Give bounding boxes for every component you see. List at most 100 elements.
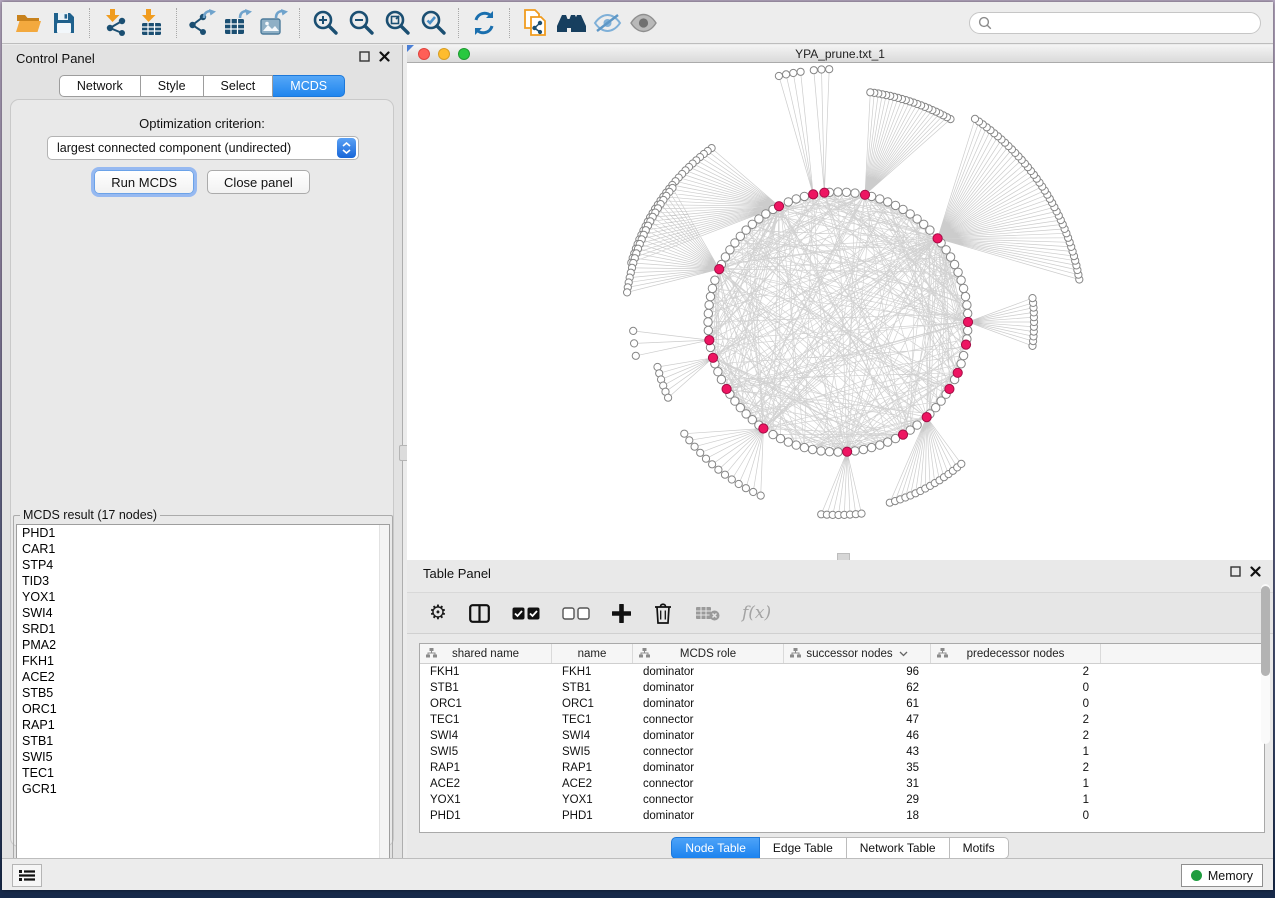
mcds-hub-node[interactable] — [843, 447, 852, 456]
mcds-hub-node[interactable] — [705, 336, 714, 345]
list-scrollbar[interactable] — [379, 525, 389, 875]
mcds-hub-node[interactable] — [809, 190, 818, 199]
close-panel-button[interactable]: Close panel — [207, 170, 310, 194]
network-node[interactable] — [792, 195, 800, 203]
network-node[interactable] — [797, 68, 804, 75]
network-node[interactable] — [691, 443, 698, 450]
network-node[interactable] — [957, 276, 965, 284]
mcds-result-item[interactable]: STB5 — [17, 685, 389, 701]
tab-motifs[interactable]: Motifs — [950, 837, 1009, 859]
mcds-hub-node[interactable] — [933, 234, 942, 243]
tab-mcds[interactable]: MCDS — [273, 75, 345, 97]
network-node[interactable] — [704, 309, 712, 317]
column-header-MCDS-role[interactable]: MCDS role — [633, 644, 784, 663]
network-node[interactable] — [971, 115, 978, 122]
mcds-result-item[interactable]: ACE2 — [17, 669, 389, 685]
mcds-result-list[interactable]: PHD1CAR1STP4TID3YOX1SWI4SRD1PMA2FKH1ACE2… — [16, 524, 390, 876]
save-session-button[interactable] — [46, 7, 82, 39]
first-neighbors-button[interactable] — [553, 7, 589, 39]
copy-network-button[interactable] — [517, 7, 553, 39]
mcds-result-item[interactable]: ORC1 — [17, 701, 389, 717]
mcds-result-item[interactable]: RAP1 — [17, 717, 389, 733]
mcds-result-item[interactable]: TEC1 — [17, 765, 389, 781]
mcds-hub-node[interactable] — [898, 430, 907, 439]
column-header-shared-name[interactable]: shared name — [420, 644, 552, 663]
network-node[interactable] — [825, 448, 833, 456]
mcds-hub-node[interactable] — [961, 340, 970, 349]
network-node[interactable] — [783, 71, 790, 78]
mcds-result-item[interactable]: SWI5 — [17, 749, 389, 765]
tab-network-table[interactable]: Network Table — [847, 837, 950, 859]
import-table-button[interactable] — [133, 7, 169, 39]
select-all-button[interactable] — [512, 607, 540, 620]
network-node[interactable] — [808, 445, 816, 453]
network-node[interactable] — [964, 309, 972, 317]
mcds-hub-node[interactable] — [820, 188, 829, 197]
network-node[interactable] — [706, 292, 714, 300]
tab-network[interactable]: Network — [59, 75, 141, 97]
network-window-titlebar[interactable]: YPA_prune.txt_1 — [407, 45, 1273, 63]
column-settings-button[interactable]: ⚙ — [429, 603, 447, 623]
network-node[interactable] — [963, 301, 971, 309]
network-node[interactable] — [665, 394, 672, 401]
network-node[interactable] — [775, 72, 782, 79]
network-canvas[interactable] — [407, 63, 1273, 560]
network-node[interactable] — [961, 292, 969, 300]
network-node[interactable] — [817, 447, 825, 455]
task-history-button[interactable] — [12, 864, 42, 887]
network-node[interactable] — [708, 284, 716, 292]
network-node[interactable] — [959, 351, 967, 359]
column-header-name[interactable]: name — [552, 644, 633, 663]
network-node[interactable] — [776, 434, 784, 442]
network-node[interactable] — [800, 192, 808, 200]
tab-style[interactable]: Style — [141, 75, 204, 97]
mcds-result-item[interactable]: STP4 — [17, 557, 389, 573]
network-node[interactable] — [735, 480, 742, 487]
column-header-predecessor-nodes[interactable]: predecessor nodes — [931, 644, 1101, 663]
table-row[interactable]: FKH1FKH1dominator962 — [420, 664, 1264, 680]
network-node[interactable] — [884, 438, 892, 446]
float-table-panel-icon[interactable] — [1230, 566, 1241, 577]
search-input[interactable] — [998, 15, 1252, 31]
network-node[interactable] — [728, 476, 735, 483]
mcds-result-item[interactable]: FKH1 — [17, 653, 389, 669]
network-node[interactable] — [630, 327, 637, 334]
mcds-hub-node[interactable] — [708, 353, 717, 362]
table-scrollbar[interactable] — [1261, 584, 1270, 744]
close-table-panel-icon[interactable] — [1250, 566, 1261, 577]
network-node[interactable] — [717, 375, 725, 383]
mcds-result-item[interactable]: YOX1 — [17, 589, 389, 605]
network-node[interactable] — [711, 276, 719, 284]
show-all-button[interactable] — [625, 7, 661, 39]
network-node[interactable] — [624, 289, 631, 296]
zoom-fit-button[interactable] — [379, 7, 415, 39]
network-node[interactable] — [876, 195, 884, 203]
mcds-result-item[interactable]: SWI4 — [17, 605, 389, 621]
mcds-hub-node[interactable] — [774, 202, 783, 211]
network-node[interactable] — [867, 443, 875, 451]
network-node[interactable] — [957, 360, 965, 368]
table-row[interactable]: ORC1ORC1dominator610 — [420, 696, 1264, 712]
network-node[interactable] — [686, 437, 693, 444]
network-node[interactable] — [697, 449, 704, 456]
mcds-result-item[interactable]: SRD1 — [17, 621, 389, 637]
mcds-hub-node[interactable] — [715, 265, 724, 274]
mcds-hub-node[interactable] — [945, 384, 954, 393]
network-node[interactable] — [800, 443, 808, 451]
mcds-hub-node[interactable] — [963, 317, 972, 326]
network-node[interactable] — [742, 485, 749, 492]
network-node[interactable] — [714, 368, 722, 376]
network-node[interactable] — [834, 188, 842, 196]
network-node[interactable] — [958, 460, 965, 467]
network-node[interactable] — [709, 461, 716, 468]
zoom-selected-button[interactable] — [415, 7, 451, 39]
network-node[interactable] — [964, 326, 972, 334]
table-row[interactable]: STB1STB1dominator620 — [420, 680, 1264, 696]
tab-select[interactable]: Select — [204, 75, 274, 97]
zoom-in-button[interactable] — [307, 7, 343, 39]
mcds-hub-node[interactable] — [953, 368, 962, 377]
network-node[interactable] — [913, 421, 921, 429]
mcds-hub-node[interactable] — [759, 424, 768, 433]
export-image-button[interactable] — [256, 7, 292, 39]
import-network-button[interactable] — [97, 7, 133, 39]
